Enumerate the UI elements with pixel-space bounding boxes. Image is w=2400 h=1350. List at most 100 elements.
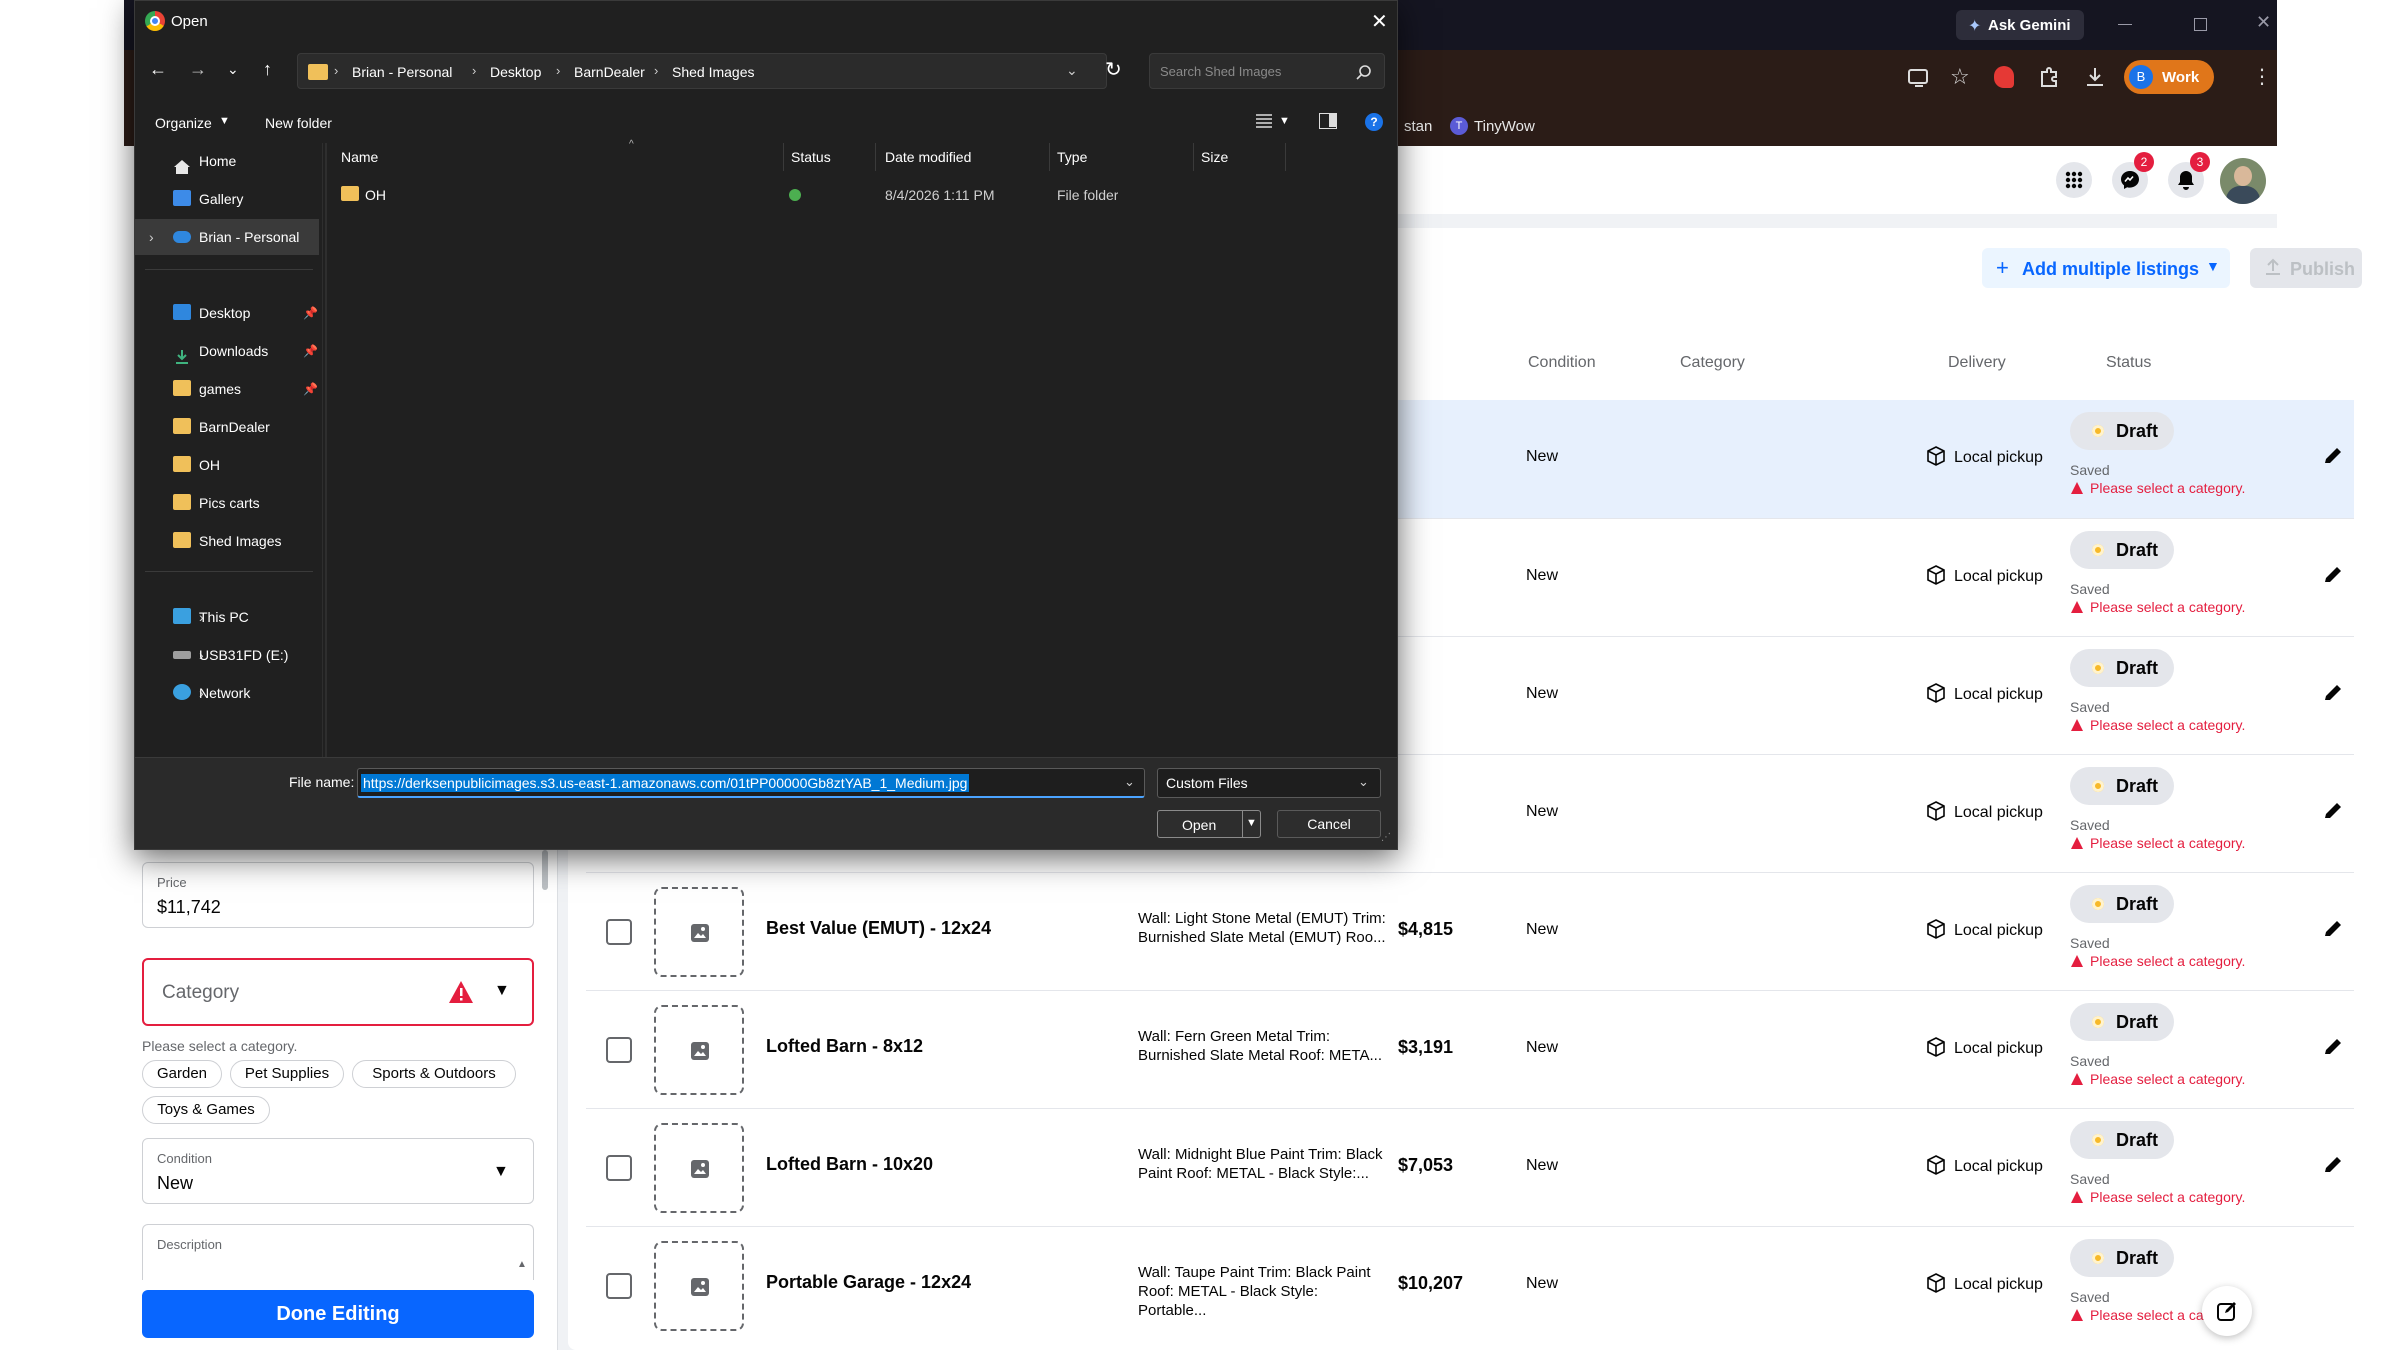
- breadcrumb-item[interactable]: BarnDealer: [574, 64, 645, 80]
- close-icon[interactable]: ✕: [1371, 9, 1388, 34]
- row-checkbox[interactable]: [606, 1037, 632, 1063]
- nav-brian-personal[interactable]: › Brian - Personal: [135, 219, 319, 255]
- column-name[interactable]: Name: [341, 149, 378, 165]
- cancel-button[interactable]: Cancel: [1277, 810, 1381, 838]
- column-divider[interactable]: [1285, 143, 1286, 171]
- profile-work-button[interactable]: B Work: [2124, 60, 2214, 94]
- column-type[interactable]: Type: [1057, 149, 1087, 165]
- column-status[interactable]: Status: [791, 149, 831, 165]
- open-button[interactable]: Open ▼: [1157, 810, 1261, 838]
- close-window-icon[interactable]: ✕: [2256, 12, 2271, 33]
- column-divider[interactable]: [783, 143, 784, 171]
- nav-barndealer[interactable]: BarnDealer: [135, 409, 319, 445]
- file-name-dropdown-icon[interactable]: ⌄: [1124, 774, 1135, 790]
- header-category[interactable]: Category: [1680, 354, 1745, 372]
- help-icon[interactable]: ?: [1365, 113, 1383, 131]
- menu-grid-button[interactable]: [2056, 162, 2092, 198]
- table-row[interactable]: Portable Garage - 12x24 Wall: Taupe Pain…: [586, 1227, 2354, 1345]
- extensions-puzzle-icon[interactable]: [2038, 66, 2060, 88]
- caret-down-icon[interactable]: ▼: [1279, 115, 1290, 127]
- nav-network[interactable]: › Network: [135, 675, 319, 711]
- chevron-down-icon[interactable]: ▼: [1246, 817, 1257, 829]
- row-checkbox[interactable]: [606, 919, 632, 945]
- nav-games[interactable]: games 📌: [135, 371, 319, 407]
- file-name-input[interactable]: https://derksenpublicimages.s3.us-east-1…: [357, 768, 1145, 798]
- pin-icon[interactable]: 📌: [303, 371, 318, 407]
- list-item[interactable]: OH 8/4/2026 1:11 PM File folder: [341, 179, 1381, 209]
- extension-red-icon[interactable]: [1994, 66, 2014, 88]
- bookmark-tinywow[interactable]: TinyWow: [1474, 118, 1535, 135]
- pencil-icon[interactable]: [2322, 683, 2344, 705]
- bookmark-partial[interactable]: stan: [1404, 118, 1432, 135]
- done-editing-button[interactable]: Done Editing: [142, 1290, 534, 1338]
- row-checkbox[interactable]: [606, 1273, 632, 1299]
- pane-splitter[interactable]: [325, 143, 327, 757]
- nav-gallery[interactable]: Gallery: [135, 181, 319, 217]
- editor-scrollbar-thumb[interactable]: [542, 850, 548, 890]
- header-condition[interactable]: Condition: [1528, 354, 1596, 372]
- add-multiple-listings-button[interactable]: + Add multiple listings ▼: [1982, 248, 2230, 288]
- nav-pics-carts[interactable]: Pics carts: [135, 485, 319, 521]
- publish-button[interactable]: Publish: [2250, 248, 2362, 288]
- breadcrumb-item[interactable]: Shed Images: [672, 64, 755, 80]
- row-thumbnail[interactable]: [654, 1123, 744, 1213]
- scroll-up-icon[interactable]: ▲: [517, 1259, 527, 1270]
- header-status[interactable]: Status: [2106, 354, 2151, 372]
- avatar[interactable]: [2220, 158, 2266, 204]
- new-folder-button[interactable]: New folder: [265, 115, 332, 131]
- back-arrow-icon[interactable]: ←: [149, 59, 167, 80]
- up-arrow-icon[interactable]: ↑: [263, 59, 272, 80]
- compose-button[interactable]: [2202, 1286, 2252, 1336]
- pencil-icon[interactable]: [2322, 446, 2344, 468]
- row-thumbnail[interactable]: [654, 887, 744, 977]
- row-thumbnail[interactable]: [654, 1005, 744, 1095]
- minimize-icon[interactable]: [2118, 24, 2132, 25]
- install-app-icon[interactable]: [1908, 68, 1930, 88]
- nav-desktop[interactable]: Desktop 📌: [135, 295, 319, 331]
- preview-pane-icon[interactable]: [1319, 113, 1337, 129]
- file-type-select[interactable]: Custom Files ⌄: [1157, 768, 1381, 798]
- column-divider[interactable]: [1193, 143, 1194, 171]
- forward-arrow-icon[interactable]: →: [189, 59, 207, 80]
- table-row[interactable]: Best Value (EMUT) - 12x24 Wall: Light St…: [586, 873, 2354, 991]
- suggestion-chip[interactable]: Pet Supplies: [230, 1060, 344, 1088]
- suggestion-chip[interactable]: Sports & Outdoors: [352, 1060, 516, 1088]
- nav-this-pc[interactable]: › This PC: [135, 599, 319, 635]
- pencil-icon[interactable]: [2322, 565, 2344, 587]
- resize-grip-icon[interactable]: ⋰: [1381, 832, 1391, 843]
- breadcrumb-item[interactable]: Desktop: [490, 64, 541, 80]
- nav-downloads[interactable]: Downloads 📌: [135, 333, 319, 369]
- row-thumbnail[interactable]: [654, 1241, 744, 1331]
- pencil-icon[interactable]: [2322, 801, 2344, 823]
- refresh-icon[interactable]: ↻: [1105, 57, 1122, 82]
- nav-home[interactable]: Home: [135, 143, 319, 179]
- recent-chevron-icon[interactable]: ⌄: [227, 61, 239, 78]
- address-dropdown-icon[interactable]: ⌄: [1066, 62, 1078, 79]
- search-box[interactable]: Search Shed Images: [1149, 53, 1385, 89]
- description-field[interactable]: Description ▲: [142, 1224, 534, 1280]
- chrome-menu-icon[interactable]: ⋮: [2252, 64, 2272, 89]
- notifications-button[interactable]: 3: [2168, 152, 2210, 198]
- column-size[interactable]: Size: [1201, 149, 1228, 165]
- address-bar[interactable]: › Brian - Personal › Desktop › BarnDeale…: [297, 53, 1107, 89]
- pencil-icon[interactable]: [2322, 1037, 2344, 1059]
- table-row[interactable]: Lofted Barn - 8x12 Wall: Fern Green Meta…: [586, 991, 2354, 1109]
- pin-icon[interactable]: 📌: [303, 295, 318, 331]
- nav-usb[interactable]: › USB31FD (E:): [135, 637, 319, 673]
- breadcrumb-item[interactable]: Brian - Personal: [352, 64, 452, 80]
- messenger-button[interactable]: 2: [2112, 152, 2154, 198]
- suggestion-chip[interactable]: Toys & Games: [142, 1096, 270, 1124]
- download-icon[interactable]: [2084, 66, 2106, 88]
- nav-shed-images[interactable]: Shed Images: [135, 523, 319, 559]
- pencil-icon[interactable]: [2322, 1155, 2344, 1177]
- column-date-modified[interactable]: Date modified: [885, 149, 971, 165]
- view-list-icon[interactable]: [1255, 113, 1273, 129]
- table-row[interactable]: Lofted Barn - 10x20 Wall: Midnight Blue …: [586, 1109, 2354, 1227]
- column-divider[interactable]: [875, 143, 876, 171]
- pencil-icon[interactable]: [2322, 919, 2344, 941]
- pin-icon[interactable]: 📌: [303, 333, 318, 369]
- condition-select[interactable]: Condition New ▼: [142, 1138, 534, 1204]
- column-divider[interactable]: [1049, 143, 1050, 171]
- category-select[interactable]: Category ▼: [142, 958, 534, 1026]
- header-delivery[interactable]: Delivery: [1948, 354, 2006, 372]
